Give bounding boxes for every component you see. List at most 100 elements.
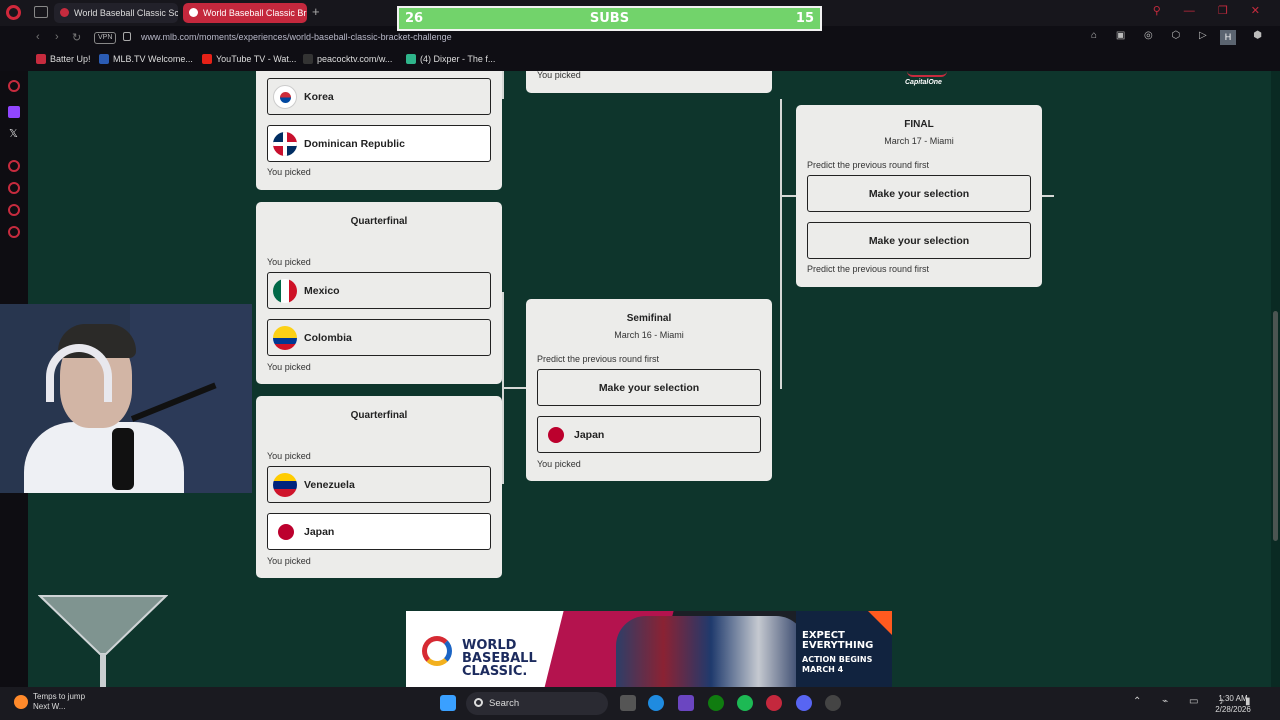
window-controls[interactable]: ⚲ — ❐ ✕ <box>1153 4 1270 17</box>
mlb-favicon-icon <box>189 8 198 17</box>
weather-icon[interactable] <box>14 695 28 709</box>
sidebar-extensions-icon[interactable] <box>8 204 20 216</box>
team-name: Japan <box>574 429 605 441</box>
team-option-mexico[interactable]: Mexico <box>267 272 491 309</box>
peacock-icon <box>303 54 313 64</box>
mexico-flag-icon <box>273 279 297 303</box>
round-date: March 16 - Miami <box>614 330 684 340</box>
bracket-connector <box>502 387 526 389</box>
banner-corner <box>868 611 892 635</box>
profile-button[interactable]: H <box>1220 30 1236 45</box>
edge-icon[interactable] <box>648 695 664 711</box>
make-selection-button[interactable]: Make your selection <box>807 222 1031 259</box>
you-picked-label: You picked <box>267 451 311 461</box>
banner-players-image <box>616 616 806 688</box>
semifinal-card: Semifinal March 16 - Miami Predict the p… <box>526 299 772 481</box>
round-title: Quarterfinal <box>350 410 408 421</box>
sponsor-logo: CapitalOne <box>905 79 942 86</box>
streamer-shirt <box>24 422 184 493</box>
japan-flag-icon <box>278 524 294 540</box>
page-scrollbar[interactable] <box>1271 71 1280 687</box>
team-name: Japan <box>304 526 335 538</box>
bracket-connector <box>780 195 796 197</box>
taskbar-search[interactable]: Search <box>466 692 608 715</box>
subs-current: 26 <box>405 11 424 26</box>
x-icon[interactable]: 𝕏 <box>9 127 18 140</box>
webcam-overlay <box>0 304 252 493</box>
bookmark-label: peacocktv.com/w... <box>317 54 393 64</box>
final-card: FINAL March 17 - Miami Predict the previ… <box>796 105 1042 287</box>
bookmark-item[interactable]: YouTube TV - Wat... <box>202 54 296 64</box>
banner-wordmark: WORLD BASEBALL CLASSIC. <box>462 638 537 679</box>
team-name: Venezuela <box>304 479 355 491</box>
url-field[interactable]: www.mlb.com/moments/experiences/world-ba… <box>141 32 452 42</box>
discord-icon[interactable] <box>796 695 812 711</box>
team-name: Mexico <box>304 285 340 297</box>
new-tab-button[interactable]: + <box>312 4 320 19</box>
banner-subline: ACTION BEGINS MARCH 4 <box>802 655 873 674</box>
team-name: Dominican Republic <box>304 138 405 150</box>
microphone-icon <box>112 428 134 490</box>
predict-note: Predict the previous round first <box>537 354 660 364</box>
clock-date: 2/28/2026 <box>1215 705 1251 714</box>
subs-goal-overlay: SUBS 26 15 <box>397 6 822 31</box>
task-view-icon[interactable] <box>620 695 636 711</box>
capital-one-swoosh-icon <box>907 71 947 77</box>
team-name: Korea <box>304 91 334 103</box>
sidebar-player-icon[interactable] <box>8 160 20 172</box>
team-option-venezuela[interactable]: Venezuela <box>267 466 491 503</box>
bookmark-item[interactable]: Batter Up! <box>36 54 91 64</box>
app-icon[interactable] <box>825 695 841 711</box>
spotify-icon[interactable] <box>737 695 753 711</box>
make-selection-button[interactable]: Make your selection <box>537 369 761 406</box>
make-selection-button[interactable]: Make your selection <box>807 175 1031 212</box>
wbc-banner-ad[interactable]: WORLD BASEBALL CLASSIC. EXPECT EVERYTHIN… <box>406 611 892 688</box>
address-actions[interactable]: ⌂ ▣ ◎ ⬡ ▷ ♡ ⬢ <box>1091 30 1270 41</box>
tab-wbc-schedule[interactable]: World Baseball Classic Sc <box>54 3 178 23</box>
colombia-flag-icon <box>273 326 297 350</box>
team-option-colombia[interactable]: Colombia <box>267 319 491 356</box>
reload-icon[interactable]: ↻ <box>72 31 81 44</box>
dominican-flag-icon <box>273 132 297 156</box>
team-option-korea[interactable]: Korea <box>267 78 491 115</box>
tab-label: World Baseball Classic Sc <box>74 8 178 18</box>
bookmark-label: MLB.TV Welcome... <box>113 54 193 64</box>
taskbar-clock[interactable]: 1:30 AM 2/28/2026 <box>1210 693 1256 715</box>
start-windows-icon[interactable] <box>440 695 456 711</box>
opera-taskbar-icon[interactable] <box>766 695 782 711</box>
bookmark-label: (4) Dixper - The f... <box>420 54 496 64</box>
tab-wbc-bracket[interactable]: World Baseball Classic Br <box>183 3 307 23</box>
weather-widget-text[interactable]: Temps to jump Next W... <box>33 692 85 712</box>
predict-note: Predict the previous round first <box>807 160 930 170</box>
subs-label: SUBS <box>589 11 630 26</box>
scrollbar-thumb[interactable] <box>1273 311 1278 541</box>
bracket-connector <box>1042 195 1054 197</box>
bracket-connector <box>780 99 782 389</box>
bookmarks-bar: Batter Up! MLB.TV Welcome... YouTube TV … <box>0 50 1280 71</box>
twitch-icon[interactable] <box>8 106 20 118</box>
sidebar-history-icon[interactable] <box>8 182 20 194</box>
vpn-badge[interactable]: VPN <box>94 32 117 44</box>
bookmark-item[interactable]: (4) Dixper - The f... <box>406 54 495 64</box>
bookmark-label: Batter Up! <box>50 54 91 64</box>
round-title: Semifinal <box>626 313 672 324</box>
screen: World Baseball Classic Sc World Baseball… <box>0 0 1280 720</box>
bookmark-item[interactable]: MLB.TV Welcome... <box>99 54 193 64</box>
mlb-icon <box>99 54 109 64</box>
team-option-japan[interactable]: Japan <box>267 513 491 550</box>
you-picked-label: You picked <box>267 362 311 372</box>
sidebar-messenger-icon[interactable] <box>8 80 20 92</box>
opera-logo-icon[interactable] <box>6 5 21 20</box>
team-option-dominican-republic[interactable]: Dominican Republic <box>267 125 491 162</box>
banner-headline: EXPECT EVERYTHING <box>802 630 874 651</box>
bookmark-item[interactable]: peacocktv.com/w... <box>303 54 392 64</box>
back-icon[interactable]: ‹ <box>36 31 40 43</box>
forward-icon[interactable]: › <box>55 31 59 43</box>
sidebar-settings-icon[interactable] <box>8 226 20 238</box>
team-option-japan[interactable]: Japan <box>537 416 761 453</box>
app-icon[interactable] <box>678 695 694 711</box>
workspaces-icon[interactable] <box>34 6 48 18</box>
xbox-icon[interactable] <box>708 695 724 711</box>
lock-icon[interactable] <box>123 32 131 41</box>
tab-label: World Baseball Classic Br <box>203 8 307 18</box>
